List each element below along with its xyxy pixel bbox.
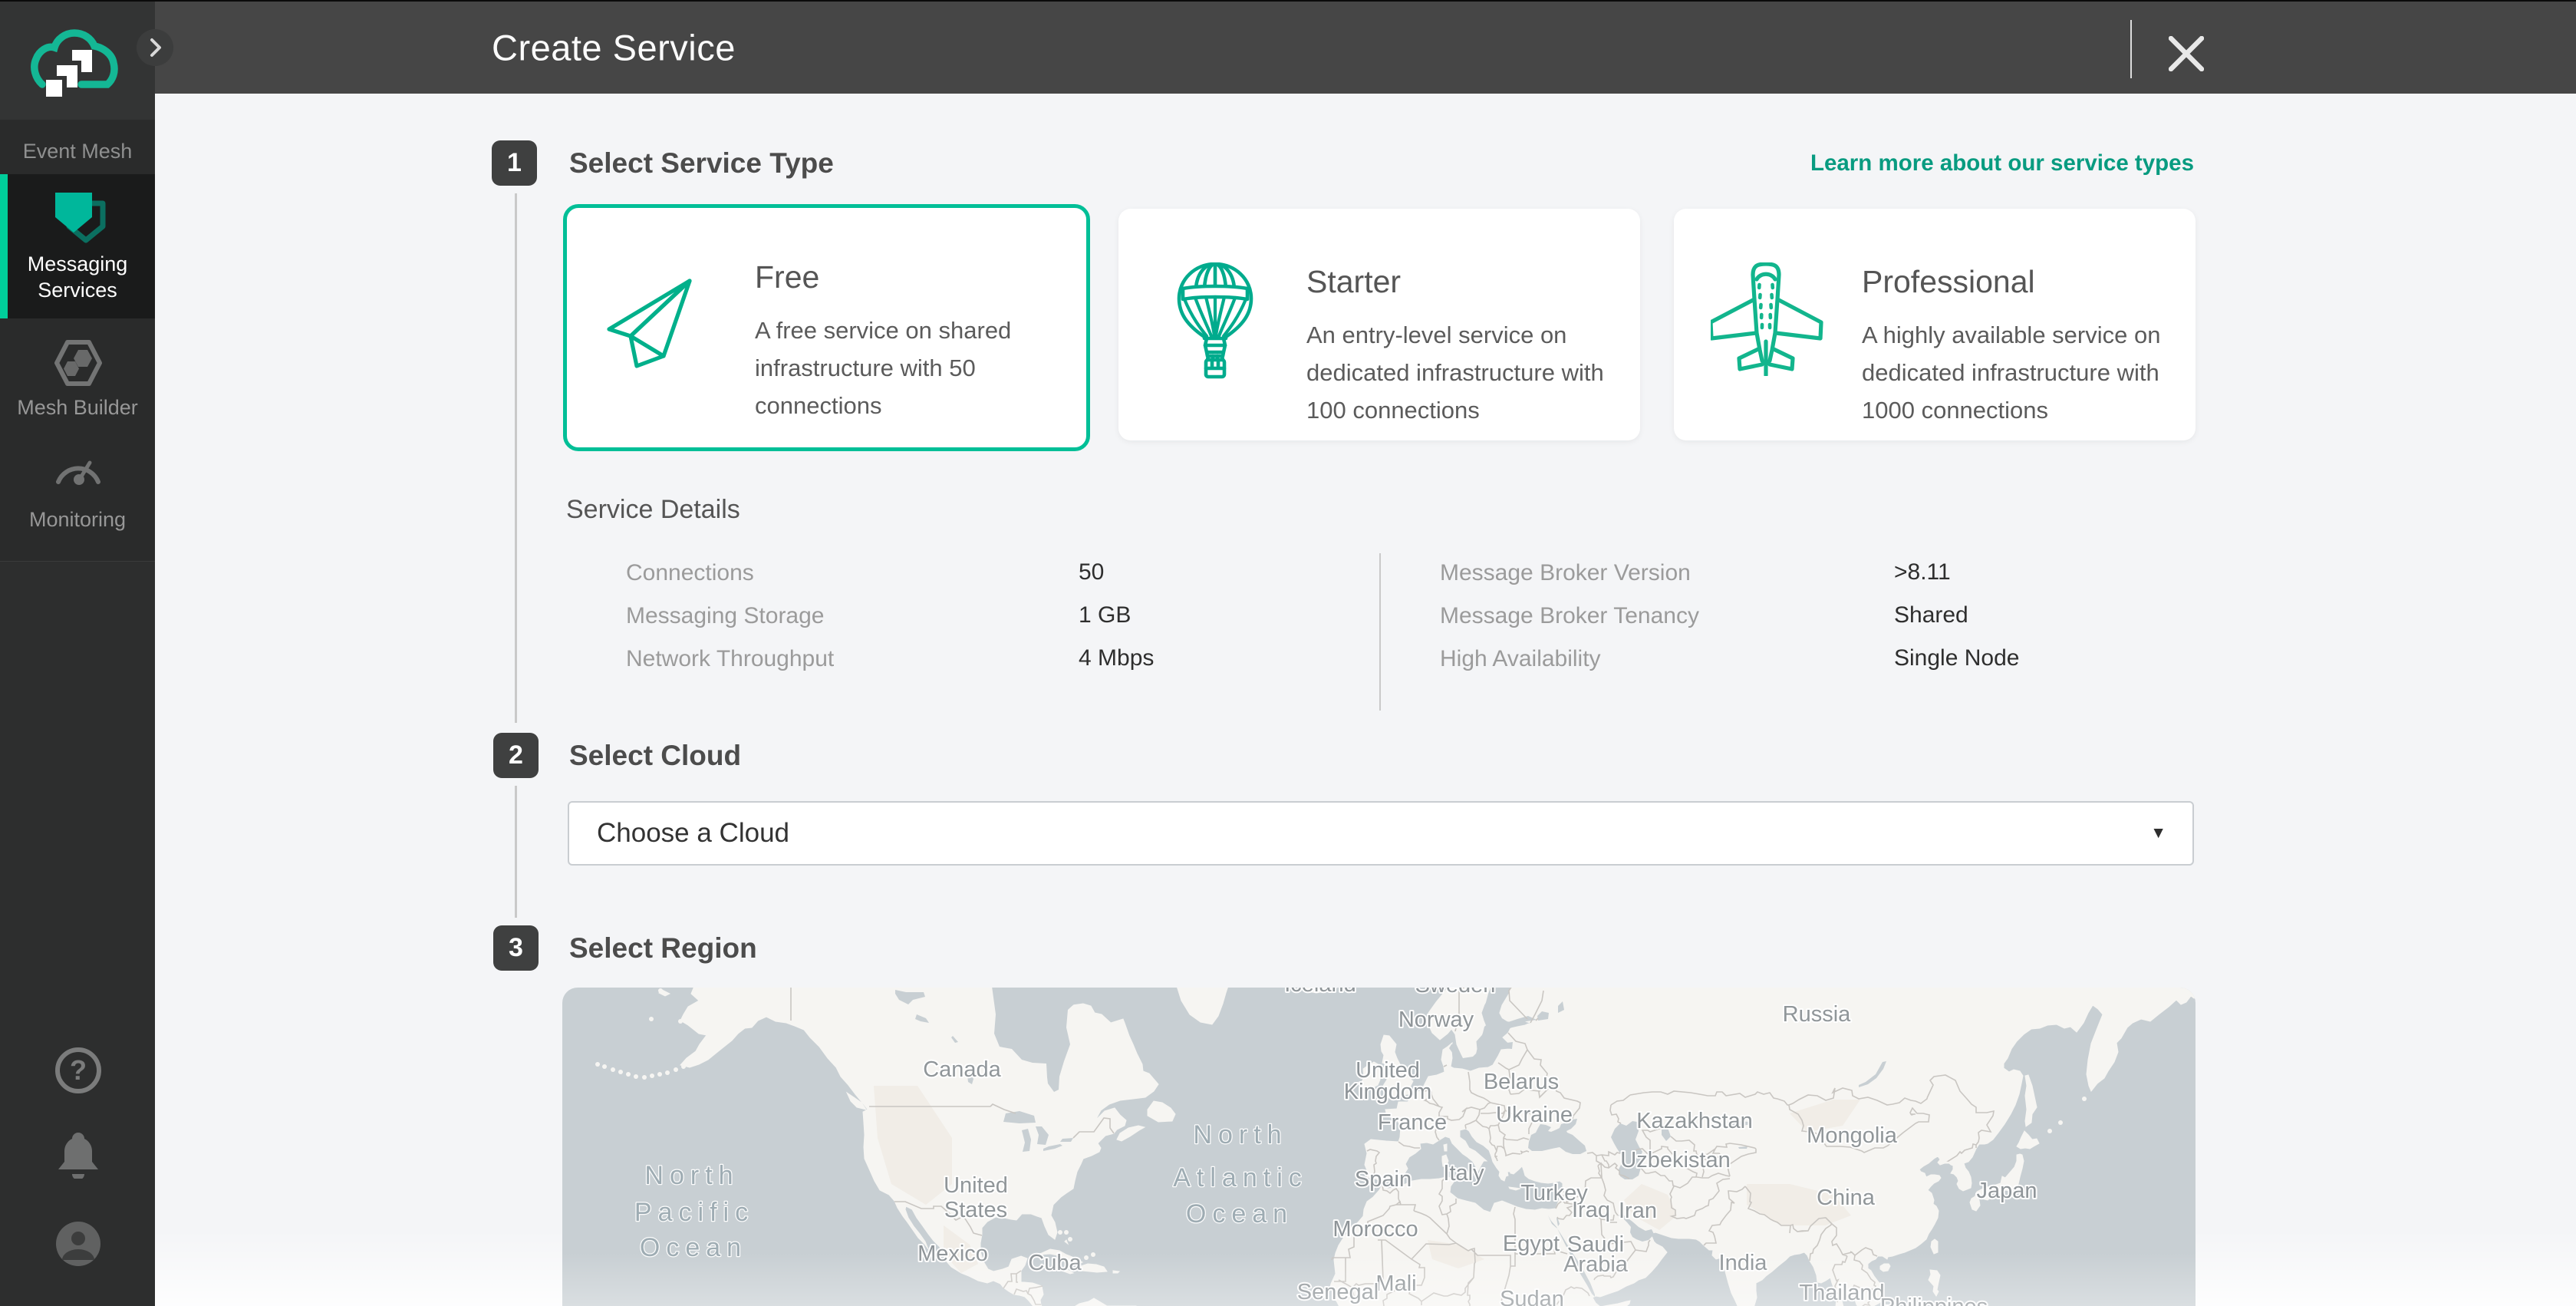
svg-text:Kingdom: Kingdom bbox=[1344, 1080, 1431, 1104]
svg-text:Canada: Canada bbox=[923, 1057, 1001, 1082]
svg-text:Uzbekistan: Uzbekistan bbox=[1620, 1148, 1730, 1172]
svg-text:?: ? bbox=[70, 1054, 87, 1086]
svg-text:Italy: Italy bbox=[1443, 1161, 1484, 1186]
svg-text:Japan: Japan bbox=[1976, 1179, 2037, 1203]
svg-text:Iceland: Iceland bbox=[1284, 988, 1356, 997]
svg-text:Kazakhstan: Kazakhstan bbox=[1636, 1109, 1753, 1133]
svg-text:Atlantic: Atlantic bbox=[1173, 1163, 1308, 1192]
svg-text:United: United bbox=[944, 1173, 1008, 1198]
svg-text:Ocean: Ocean bbox=[1186, 1199, 1293, 1228]
svg-text:Ukraine: Ukraine bbox=[1496, 1103, 1573, 1127]
svg-text:Russia: Russia bbox=[1783, 1002, 1852, 1027]
svg-text:North: North bbox=[644, 1161, 739, 1190]
svg-text:Mongolia: Mongolia bbox=[1807, 1123, 1898, 1148]
svg-text:France: France bbox=[1378, 1110, 1447, 1135]
svg-text:Iran: Iran bbox=[1619, 1199, 1657, 1223]
svg-text:Belarus: Belarus bbox=[1484, 1070, 1559, 1094]
svg-text:Spain: Spain bbox=[1355, 1167, 1412, 1192]
svg-text:China: China bbox=[1817, 1186, 1876, 1210]
svg-text:States: States bbox=[944, 1198, 1007, 1222]
svg-text:North: North bbox=[1193, 1120, 1287, 1149]
svg-text:Pacific: Pacific bbox=[634, 1198, 754, 1227]
svg-text:Morocco: Morocco bbox=[1332, 1217, 1418, 1242]
svg-text:Iraq: Iraq bbox=[1572, 1198, 1610, 1222]
svg-text:Sweden: Sweden bbox=[1415, 988, 1496, 998]
svg-text:Norway: Norway bbox=[1398, 1008, 1474, 1032]
